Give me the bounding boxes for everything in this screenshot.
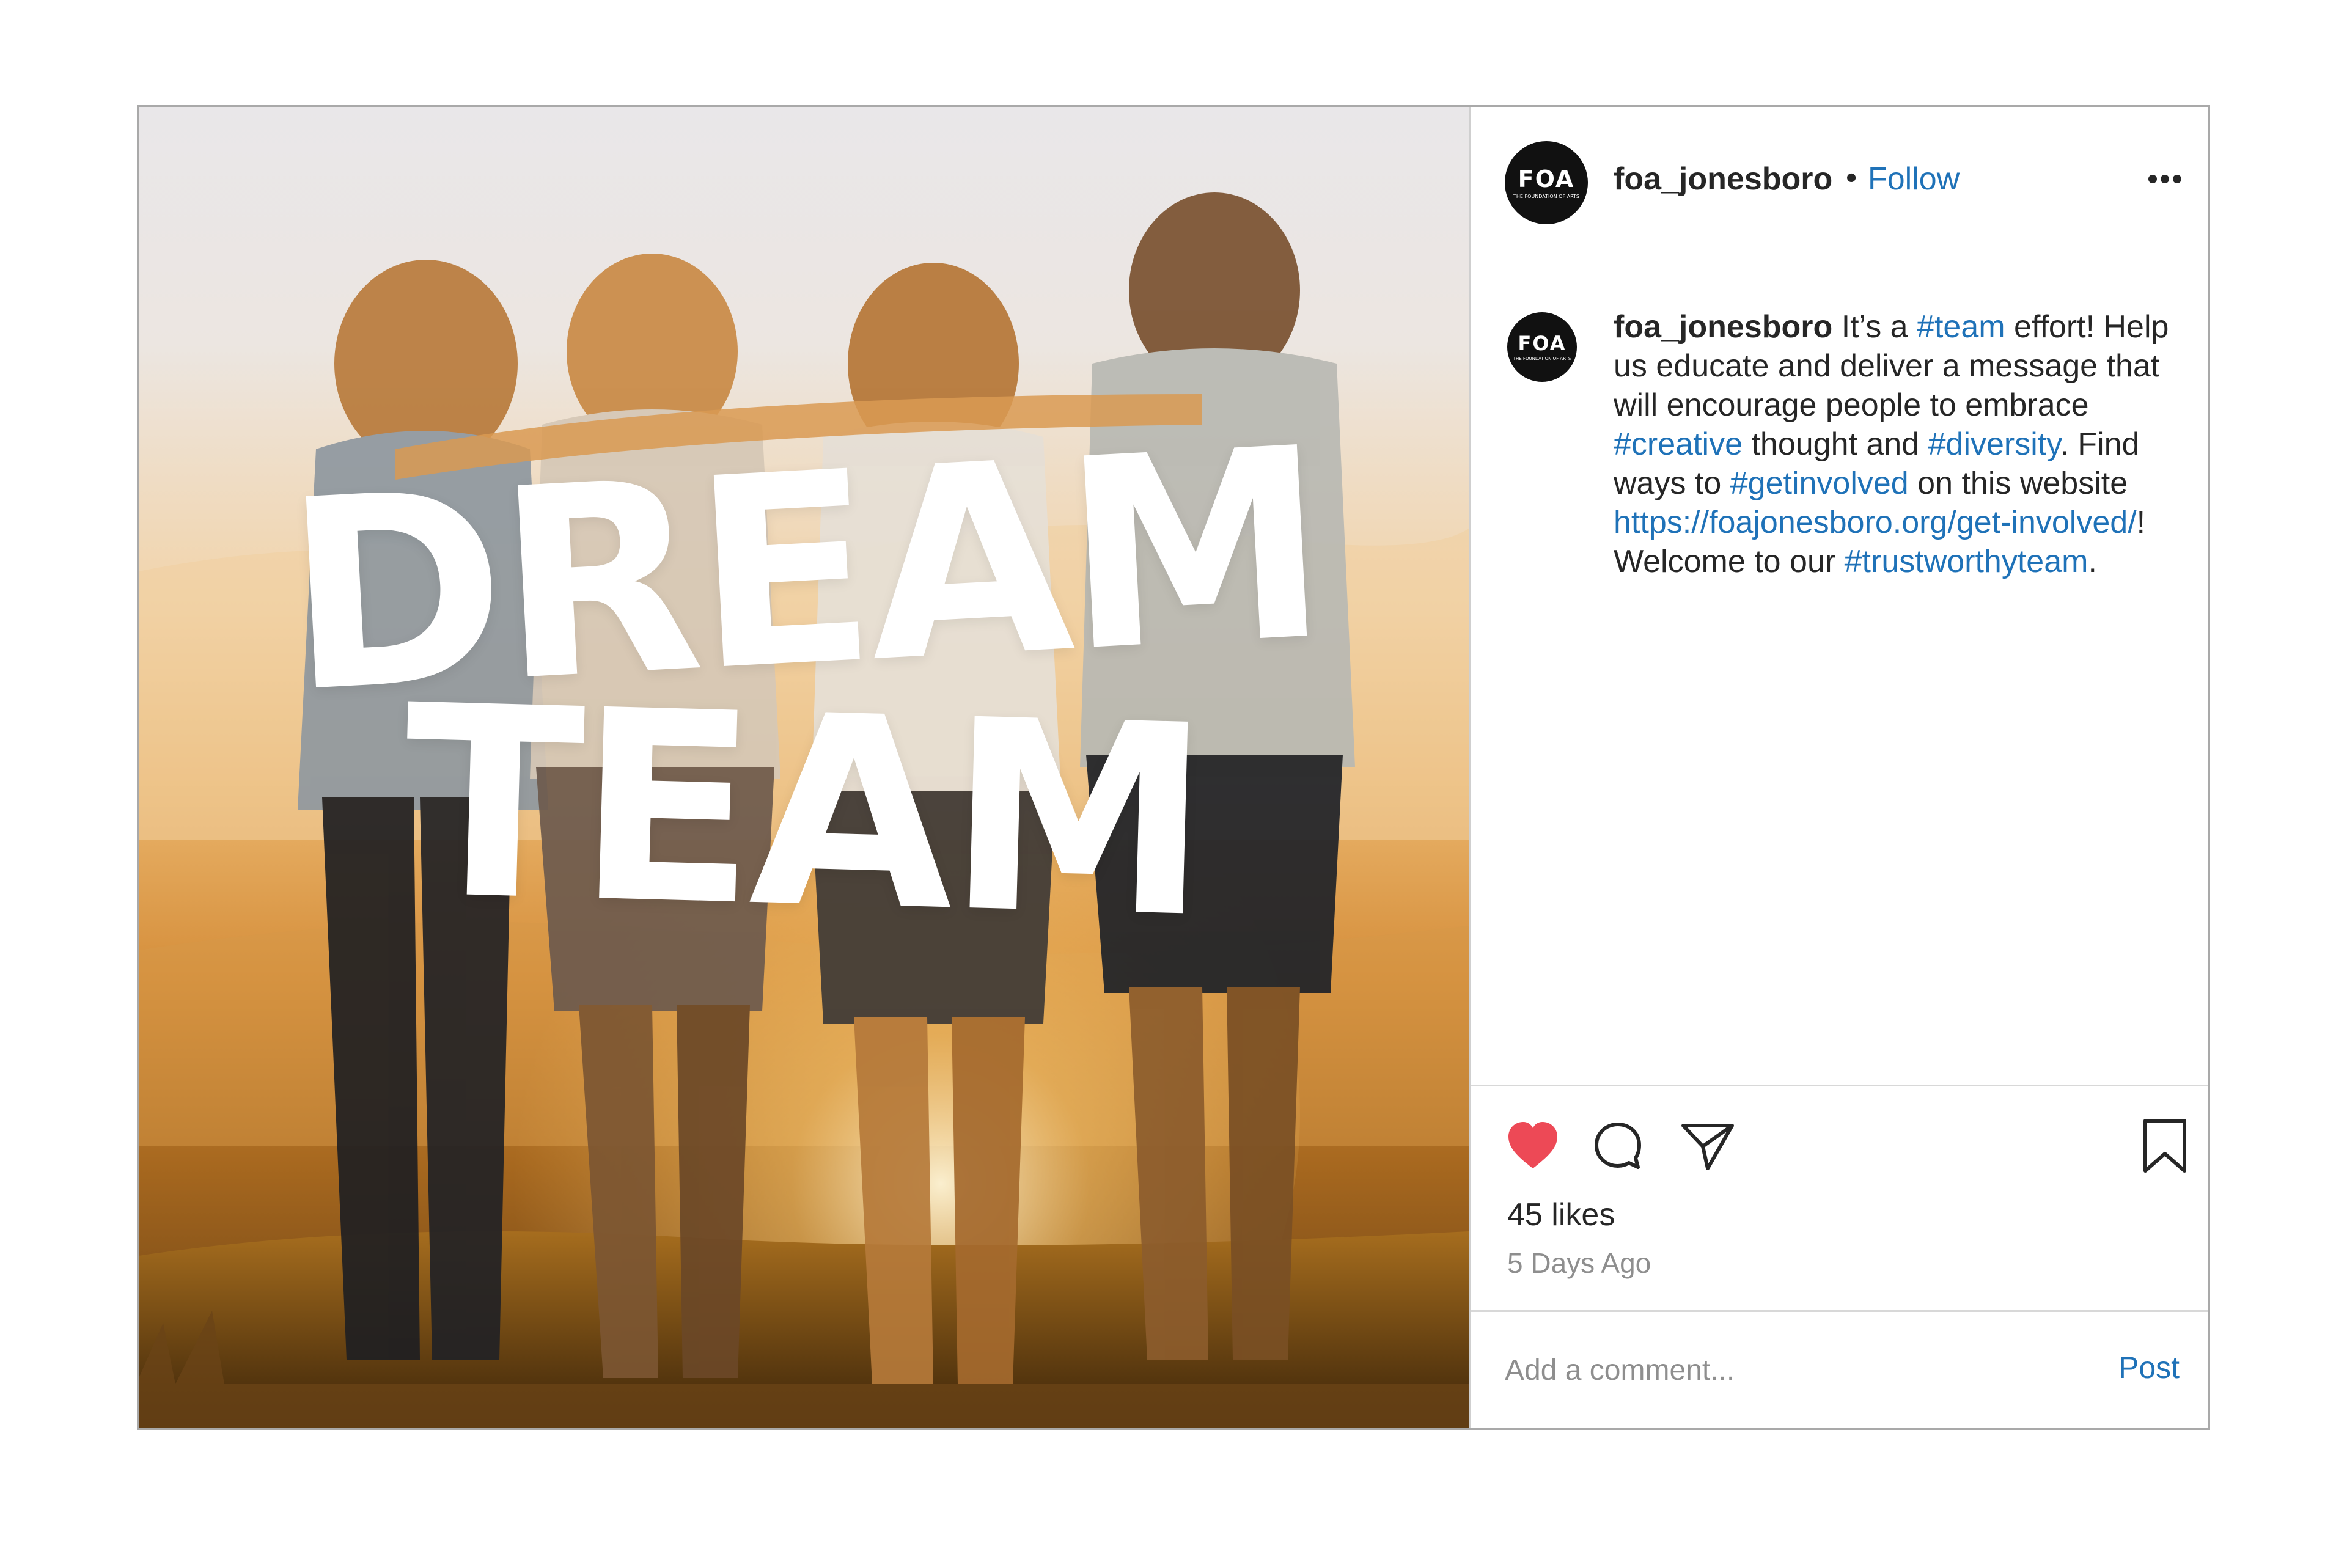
- post-caption: foa_jonesboro It’s a #team effort! Help …: [1614, 307, 2188, 581]
- instagram-post-card: DREAM TEAM FOA THE FOUNDATION OF ARTS fo…: [137, 105, 2210, 1430]
- avatar-logo-text: FOA: [1518, 166, 1575, 192]
- likes-count[interactable]: 45 likes: [1507, 1196, 1615, 1233]
- more-horizontal-icon[interactable]: [2147, 173, 2183, 185]
- caption-username[interactable]: foa_jonesboro: [1614, 309, 1832, 345]
- header-separator: •: [1846, 160, 1857, 196]
- post-photo[interactable]: DREAM TEAM: [139, 107, 1469, 1428]
- caption-text: It’s a #team effort! Help us educate and…: [1614, 309, 2169, 579]
- caption-text-segment: thought and: [1743, 427, 1928, 462]
- caption-link[interactable]: #team: [1917, 309, 2005, 345]
- caption-text-segment: It’s a: [1832, 309, 1917, 345]
- caption-link[interactable]: #getinvolved: [1730, 466, 1909, 501]
- caption-link[interactable]: #diversity: [1928, 427, 2060, 462]
- caption-text-segment: .: [2088, 544, 2097, 579]
- bookmark-icon[interactable]: [2140, 1117, 2189, 1174]
- post-header: FOA THE FOUNDATION OF ARTS foa_jonesboro…: [1471, 107, 2208, 251]
- caption-link[interactable]: #creative: [1614, 427, 1743, 462]
- comment-bubble-icon[interactable]: [1592, 1119, 1644, 1172]
- paper-plane-icon[interactable]: [1680, 1119, 1736, 1172]
- caption-avatar[interactable]: FOA THE FOUNDATION OF ARTS: [1507, 312, 1577, 382]
- caption-link[interactable]: #trustworthyteam: [1845, 544, 2088, 579]
- post-timestamp: 5 Days Ago: [1507, 1247, 1651, 1279]
- profile-avatar[interactable]: FOA THE FOUNDATION OF ARTS: [1505, 141, 1588, 224]
- post-actions-panel: 45 likes 5 Days Ago Post: [1471, 1085, 2208, 1430]
- post-comment-button[interactable]: Post: [2118, 1350, 2180, 1385]
- caption-avatar-logo-text: FOA: [1518, 332, 1567, 355]
- comment-bar: Post: [1471, 1310, 2208, 1432]
- post-sidebar: FOA THE FOUNDATION OF ARTS foa_jonesboro…: [1469, 107, 2208, 1428]
- follow-button[interactable]: Follow: [1868, 161, 1960, 197]
- caption-text-segment: on this website: [1908, 466, 2128, 501]
- comment-input[interactable]: [1505, 1349, 2055, 1391]
- caption-link[interactable]: https://foajonesboro.org/get-involved/: [1614, 505, 2137, 540]
- avatar-logo-subtext: THE FOUNDATION OF ARTS: [1513, 194, 1580, 199]
- caption-avatar-logo-subtext: THE FOUNDATION OF ARTS: [1513, 356, 1571, 361]
- profile-username[interactable]: foa_jonesboro: [1614, 161, 1832, 197]
- heart-filled-icon[interactable]: [1505, 1118, 1561, 1174]
- headline-team: TEAM: [400, 649, 1208, 976]
